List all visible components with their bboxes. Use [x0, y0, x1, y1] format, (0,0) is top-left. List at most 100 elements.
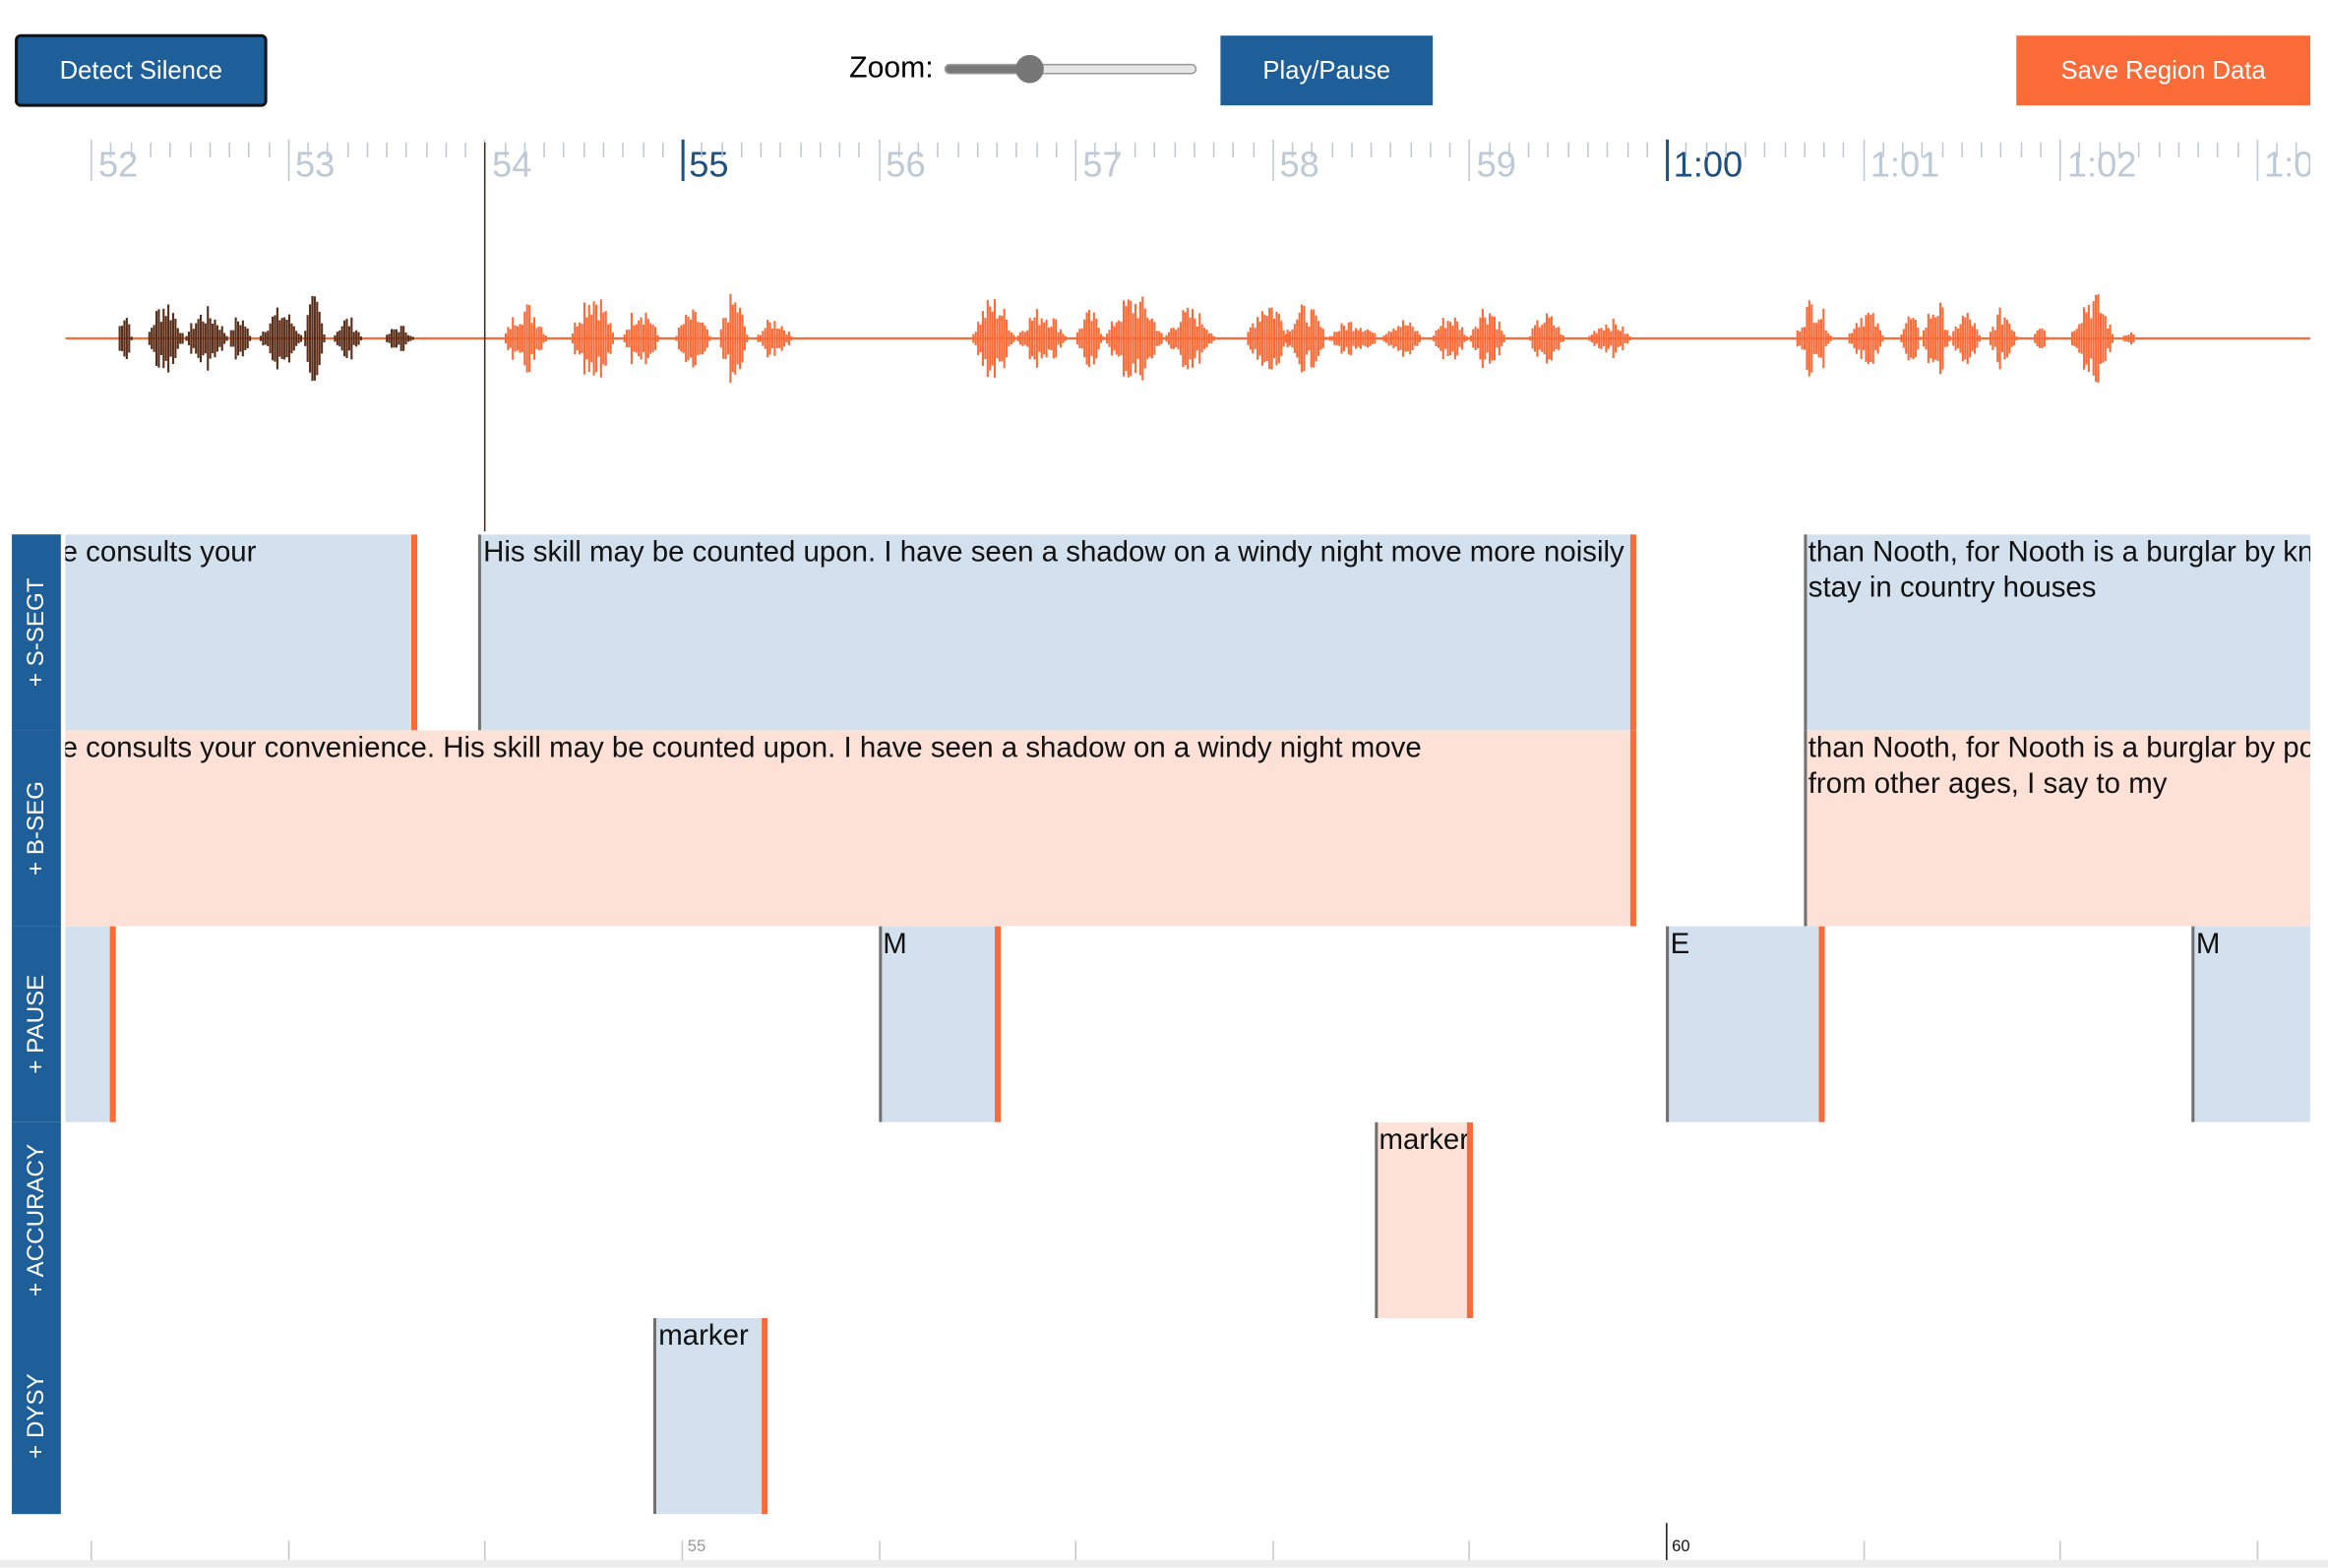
timeline-minor-tick [1725, 142, 1727, 157]
timeline-minor-tick [1961, 142, 1963, 157]
region-text: marker [1378, 1123, 1470, 1157]
track-label: + PAUSE [23, 974, 49, 1074]
timeline-minor-tick [130, 142, 132, 157]
timeline-major-tick [1863, 139, 1865, 182]
annotation-region[interactable]: E [1666, 926, 1826, 1122]
annotation-region[interactable]: M [2191, 926, 2311, 1122]
timeline-minor-tick [760, 142, 763, 157]
timeline-minor-tick [1587, 142, 1589, 157]
timeline-minor-tick [1941, 142, 1943, 157]
track-add-button[interactable]: + B-SEG [12, 730, 61, 927]
annotation-region[interactable]: than Nooth, for Nooth is a burglar by po… [1804, 730, 2311, 927]
annotation-region[interactable]: His skill may be counted upon. I have se… [478, 534, 1637, 731]
timeline-minor-tick [1449, 142, 1451, 157]
waveform[interactable] [65, 193, 2311, 490]
timeline-minor-tick [110, 142, 112, 157]
timeline-minor-tick [858, 142, 861, 157]
timeline-minor-tick [582, 142, 585, 157]
timeline-minor-tick [1646, 142, 1648, 157]
track-lane[interactable]: ds. He consults your convenience. His sk… [65, 730, 2311, 927]
timeline-minor-tick [1094, 142, 1097, 157]
play-pause-button[interactable]: Play/Pause [1220, 35, 1434, 106]
timeline-minor-tick [307, 142, 310, 157]
timeline-major-tick [1271, 139, 1274, 182]
track-lane[interactable]: MEM [65, 926, 2311, 1122]
timeline-minor-tick [1410, 142, 1412, 157]
timeline-minor-tick [819, 142, 822, 157]
timeline-minor-tick [701, 142, 704, 157]
track-add-button[interactable]: + ACCURACY [12, 1121, 61, 1318]
timeline-minor-tick [1291, 142, 1294, 157]
timeline-minor-tick [150, 142, 152, 157]
track-lane[interactable]: marker [65, 1317, 2310, 1515]
track-add-button[interactable]: + PAUSE [12, 926, 61, 1122]
annotation-region[interactable] [65, 926, 117, 1122]
timeline-minor-tick [1153, 142, 1156, 157]
timeline-minor-tick [1607, 142, 1609, 157]
timeline-minor-tick [1902, 142, 1904, 157]
timeline-ruler[interactable]: 52 53 54 55 56 57 58 59 1:00 1:01 1:02 1:03 [65, 131, 2310, 190]
timeline-minor-tick [838, 142, 841, 157]
timeline-minor-tick [1212, 142, 1215, 157]
track-add-button[interactable]: + DYSY [12, 1317, 61, 1515]
timeline-minor-tick [937, 142, 940, 157]
timeline-minor-tick [1567, 142, 1569, 157]
bottom-ruler-tick [91, 1540, 92, 1562]
timeline-minor-tick [1370, 142, 1373, 157]
timeline-major-tick [287, 139, 289, 182]
track-lane[interactable]: ds. He consults your His skill may be cou… [65, 534, 2311, 731]
timeline-minor-tick [1804, 142, 1806, 157]
timeline-minor-tick [1330, 142, 1333, 157]
timeline-minor-tick [1055, 142, 1058, 157]
timeline-minor-tick [1843, 142, 1845, 157]
detect-silence-button[interactable]: Detect Silence [15, 33, 268, 107]
zoom-slider[interactable] [944, 54, 1197, 84]
annotation-region[interactable]: ds. He consults your convenience. His sk… [65, 730, 1637, 927]
timeline-minor-tick [996, 142, 999, 157]
timeline-minor-tick [1311, 142, 1314, 157]
zoom-slider-thumb[interactable] [1015, 54, 1044, 84]
timeline-minor-tick [1193, 142, 1195, 157]
annotation-region[interactable]: M [878, 926, 1001, 1122]
timeline-minor-tick [327, 142, 330, 157]
bottom-ruler-tick [1271, 1540, 1274, 1562]
timeline-minor-tick [405, 142, 408, 157]
timeline-major-tick [2256, 139, 2258, 182]
timeline-minor-tick [1685, 142, 1687, 157]
timeline-minor-tick [661, 142, 664, 157]
timeline-minor-tick [1764, 142, 1766, 157]
annotation-region[interactable]: marker [1375, 1121, 1474, 1318]
timeline-minor-tick [1922, 142, 1924, 157]
timeline-minor-tick [366, 142, 369, 157]
timeline-minor-tick [1981, 142, 1983, 157]
timeline-label: 58 [1279, 145, 1319, 186]
timeline-minor-tick [2276, 142, 2278, 157]
timeline-major-tick [1074, 139, 1077, 182]
timeline-minor-tick [1823, 142, 1825, 157]
timeline-minor-tick [1252, 142, 1255, 157]
annotation-region[interactable]: ds. He consults your [65, 534, 418, 731]
save-region-data-button[interactable]: Save Region Data [2016, 35, 2311, 106]
timeline-minor-tick [209, 142, 211, 157]
timeline-minor-tick [2079, 142, 2081, 157]
timeline-minor-tick [1508, 142, 1510, 157]
timeline-minor-tick [2099, 142, 2101, 157]
timeline-minor-tick [1133, 142, 1136, 157]
horizontal-scrollbar[interactable] [0, 1559, 2328, 1568]
annotation-region[interactable]: than Nooth, for Nooth is a burglar by kn… [1804, 534, 2311, 731]
waveform-svg [65, 293, 2311, 384]
bottom-ruler-tick [287, 1540, 289, 1562]
annotation-region[interactable]: marker [653, 1317, 768, 1515]
timeline-minor-tick [897, 142, 900, 157]
timeline-label: 1:01 [1869, 145, 1940, 186]
timeline-label: 1:00 [1673, 145, 1744, 186]
track-add-button[interactable]: + S-SEGT [12, 534, 61, 731]
region-text: marker [658, 1319, 749, 1353]
timeline-minor-tick [917, 142, 920, 157]
track-lane[interactable]: marker [65, 1121, 2310, 1318]
timeline-minor-tick [1430, 142, 1432, 157]
timeline-major-tick [2059, 139, 2061, 182]
playhead-cursor[interactable] [484, 142, 487, 532]
bottom-ruler-tick [2059, 1540, 2061, 1562]
timeline-minor-tick [642, 142, 644, 157]
